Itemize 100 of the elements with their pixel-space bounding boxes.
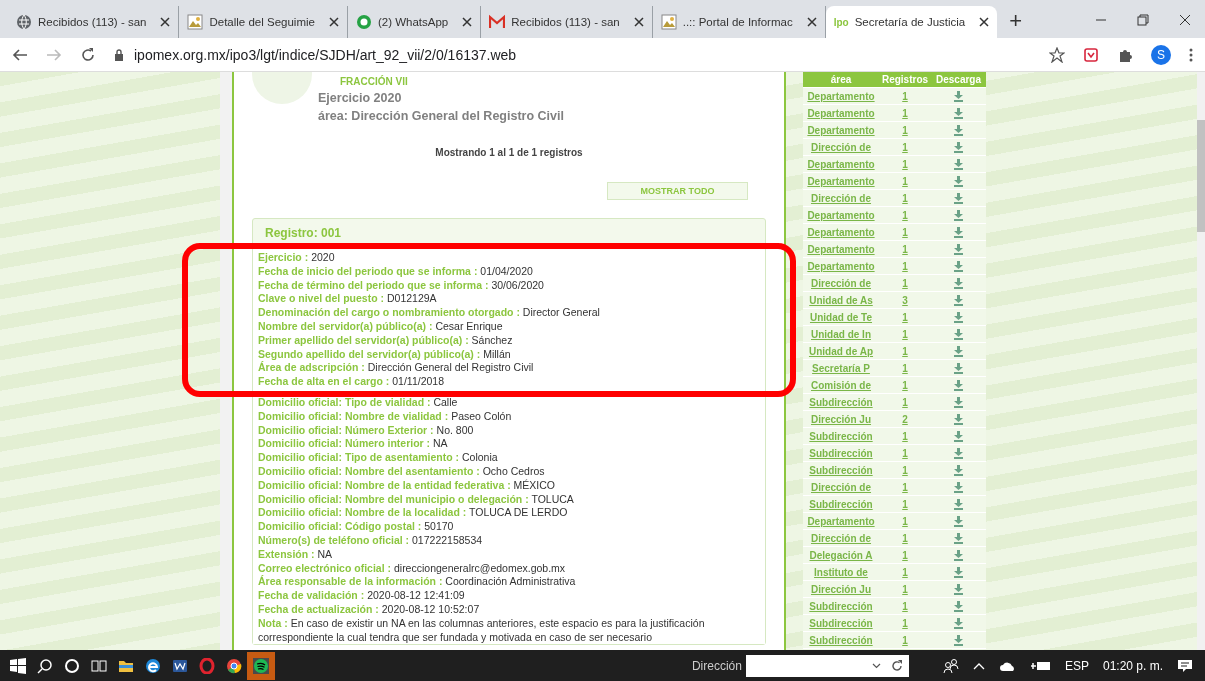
language-indicator[interactable]: ESP [1064,658,1089,673]
new-tab-button[interactable]: + [1003,8,1029,34]
address-toolbar-field[interactable] [745,654,909,677]
count-link[interactable]: 2 [902,413,908,425]
area-link[interactable]: Departamento [807,515,875,527]
count-link[interactable]: 1 [902,141,908,153]
download-icon[interactable] [954,107,963,119]
area-link[interactable]: Subdirección [809,498,873,510]
download-icon[interactable] [954,311,963,323]
document-w-icon[interactable] [172,657,188,674]
battery-plug-icon[interactable] [1030,659,1051,672]
close-icon[interactable] [633,17,644,27]
count-link[interactable]: 1 [902,549,908,561]
download-icon[interactable] [954,260,963,272]
area-link[interactable]: Unidad de Ap [808,345,874,357]
star-icon[interactable] [1049,46,1065,63]
count-link[interactable]: 1 [902,175,908,187]
area-link[interactable]: Departamento [807,260,875,272]
download-icon[interactable] [954,549,963,561]
scrollbar-thumb[interactable] [1197,120,1205,232]
close-icon[interactable] [462,17,473,27]
count-link[interactable]: 3 [902,294,908,306]
area-link[interactable]: Subdirección [809,396,873,408]
o-ring-icon[interactable] [199,657,215,674]
download-icon[interactable] [954,175,963,187]
count-link[interactable]: 1 [902,345,908,357]
browser-tab[interactable]: Ipo Secretaría de Justicia [825,6,998,38]
download-icon[interactable] [954,464,963,476]
count-link[interactable]: 1 [902,498,908,510]
count-link[interactable]: 1 [902,515,908,527]
download-icon[interactable] [954,328,963,340]
download-icon[interactable] [954,413,963,425]
download-icon[interactable] [954,447,963,459]
download-icon[interactable] [954,583,963,595]
count-link[interactable]: 1 [902,226,908,238]
area-link[interactable]: Dirección de [811,481,871,493]
count-link[interactable]: 1 [902,107,908,119]
download-icon[interactable] [954,600,963,612]
menu-icon[interactable] [1189,46,1193,63]
area-link[interactable]: Subdirección [809,447,873,459]
area-link[interactable]: Dirección Ju [811,583,871,595]
count-link[interactable]: 1 [902,243,908,255]
show-all-button[interactable]: MOSTRAR TODO [607,182,748,200]
close-icon[interactable] [328,17,339,27]
area-link[interactable]: Departamento [807,124,875,136]
chrome-icon[interactable] [226,657,242,674]
download-icon[interactable] [954,141,963,153]
caret-up-icon[interactable] [972,661,985,670]
count-link[interactable]: 1 [902,362,908,374]
download-icon[interactable] [954,243,963,255]
area-link[interactable]: Departamento [807,158,875,170]
count-link[interactable]: 1 [902,447,908,459]
download-icon[interactable] [954,158,963,170]
reload-icon[interactable] [80,46,96,63]
area-link[interactable]: Unidad de Te [809,311,872,323]
restore-icon[interactable] [1137,14,1149,26]
count-link[interactable]: 1 [902,430,908,442]
count-link[interactable]: 1 [902,90,908,102]
download-icon[interactable] [954,515,963,527]
area-link[interactable]: Subdirección [809,634,873,646]
count-link[interactable]: 1 [902,209,908,221]
count-link[interactable]: 1 [902,311,908,323]
area-link[interactable]: Dirección Ju [811,413,871,425]
count-link[interactable]: 1 [902,192,908,204]
area-link[interactable]: Dirección de [811,277,871,289]
shield-icon[interactable] [1083,46,1099,63]
area-link[interactable]: Departamento [807,226,875,238]
scrollbar[interactable] [1197,72,1205,650]
search-icon[interactable] [37,657,53,674]
download-icon[interactable] [954,277,963,289]
count-link[interactable]: 1 [902,328,908,340]
count-link[interactable]: 1 [902,464,908,476]
count-link[interactable]: 1 [902,600,908,612]
circle-icon[interactable] [64,657,80,674]
close-icon[interactable] [806,17,817,27]
area-link[interactable]: Unidad de As [809,294,873,306]
browser-swirl-icon[interactable] [145,657,161,674]
forward-arrow-icon[interactable] [46,46,62,63]
area-link[interactable]: Delegación A [809,549,873,561]
area-link[interactable]: Departamento [807,175,875,187]
task-view-icon[interactable] [91,657,107,674]
count-link[interactable]: 1 [902,124,908,136]
count-link[interactable]: 1 [902,481,908,493]
download-icon[interactable] [954,617,963,629]
download-icon[interactable] [954,90,963,102]
profile-avatar[interactable]: S [1151,44,1171,65]
count-link[interactable]: 1 [902,260,908,272]
area-link[interactable]: Dirección de [811,192,871,204]
count-link[interactable]: 1 [902,396,908,408]
download-icon[interactable] [954,481,963,493]
area-link[interactable]: Departamento [807,209,875,221]
area-link[interactable]: Subdirección [809,617,873,629]
download-icon[interactable] [954,396,963,408]
area-link[interactable]: Departamento [807,107,875,119]
count-link[interactable]: 1 [902,277,908,289]
clock[interactable]: 01:20 p. m. [1102,658,1163,673]
people-icon[interactable] [942,657,959,674]
area-link[interactable]: Instituto de [814,566,868,578]
count-link[interactable]: 1 [902,566,908,578]
count-link[interactable]: 1 [902,379,908,391]
